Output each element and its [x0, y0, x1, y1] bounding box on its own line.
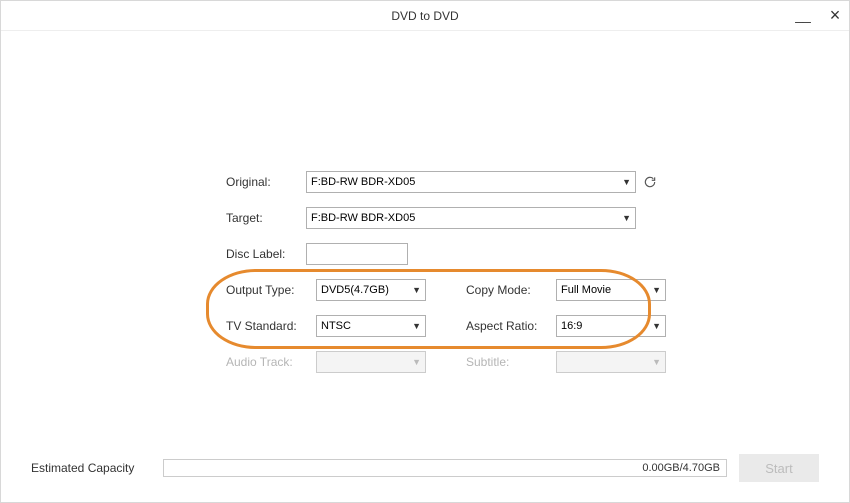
row-original: Original: F:BD-RW BDR-XD05 ▼	[226, 171, 676, 193]
chevron-down-icon: ▼	[412, 285, 421, 295]
bottom-bar: Estimated Capacity 0.00GB/4.70GB Start	[1, 454, 849, 482]
refresh-icon	[643, 175, 657, 189]
subtitle-select: ▼	[556, 351, 666, 373]
chevron-down-icon: ▼	[652, 321, 661, 331]
aspect-ratio-select[interactable]: 16:9 ▼	[556, 315, 666, 337]
copy-mode-select[interactable]: Full Movie ▼	[556, 279, 666, 301]
capacity-text: 0.00GB/4.70GB	[642, 462, 720, 474]
output-type-value: DVD5(4.7GB)	[321, 284, 389, 296]
form-area: Original: F:BD-RW BDR-XD05 ▼ Target: F:B…	[226, 171, 676, 387]
label-audio-track: Audio Track:	[226, 355, 316, 369]
tv-standard-select[interactable]: NTSC ▼	[316, 315, 426, 337]
start-button[interactable]: Start	[739, 454, 819, 482]
output-type-select[interactable]: DVD5(4.7GB) ▼	[316, 279, 426, 301]
window-title: DVD to DVD	[391, 9, 458, 23]
target-select[interactable]: F:BD-RW BDR-XD05 ▼	[306, 207, 636, 229]
row-target: Target: F:BD-RW BDR-XD05 ▼	[226, 207, 676, 229]
chevron-down-icon: ▼	[412, 357, 421, 367]
start-button-label: Start	[765, 461, 792, 476]
target-value: F:BD-RW BDR-XD05	[311, 212, 415, 224]
label-tv-standard: TV Standard:	[226, 319, 316, 333]
window-controls: __ ×	[795, 1, 843, 31]
original-select[interactable]: F:BD-RW BDR-XD05 ▼	[306, 171, 636, 193]
disc-label-input[interactable]	[306, 243, 408, 265]
row-tv-aspect: TV Standard: NTSC ▼ Aspect Ratio: 16:9 ▼	[226, 315, 676, 337]
chevron-down-icon: ▼	[652, 285, 661, 295]
capacity-progress: 0.00GB/4.70GB	[163, 459, 727, 477]
label-disc-label: Disc Label:	[226, 247, 306, 261]
copy-mode-value: Full Movie	[561, 284, 611, 296]
audio-track-select: ▼	[316, 351, 426, 373]
aspect-ratio-value: 16:9	[561, 320, 582, 332]
app-window: DVD to DVD __ × Original: F:BD-RW BDR-XD…	[0, 0, 850, 503]
close-button[interactable]: ×	[827, 8, 843, 24]
chevron-down-icon: ▼	[412, 321, 421, 331]
label-subtitle: Subtitle:	[466, 355, 556, 369]
original-value: F:BD-RW BDR-XD05	[311, 176, 415, 188]
label-output-type: Output Type:	[226, 283, 316, 297]
chevron-down-icon: ▼	[652, 357, 661, 367]
titlebar: DVD to DVD __ ×	[1, 1, 849, 31]
capacity-label: Estimated Capacity	[31, 461, 151, 475]
label-original: Original:	[226, 175, 306, 189]
refresh-button[interactable]	[642, 174, 658, 190]
label-copy-mode: Copy Mode:	[466, 283, 556, 297]
row-disc-label: Disc Label:	[226, 243, 676, 265]
row-audio-subtitle: Audio Track: ▼ Subtitle: ▼	[226, 351, 676, 373]
label-target: Target:	[226, 211, 306, 225]
content-area: Original: F:BD-RW BDR-XD05 ▼ Target: F:B…	[1, 31, 849, 502]
minimize-button[interactable]: __	[795, 8, 811, 24]
row-output-copy: Output Type: DVD5(4.7GB) ▼ Copy Mode: Fu…	[226, 279, 676, 301]
label-aspect-ratio: Aspect Ratio:	[466, 319, 556, 333]
tv-standard-value: NTSC	[321, 320, 351, 332]
chevron-down-icon: ▼	[622, 213, 631, 223]
chevron-down-icon: ▼	[622, 177, 631, 187]
